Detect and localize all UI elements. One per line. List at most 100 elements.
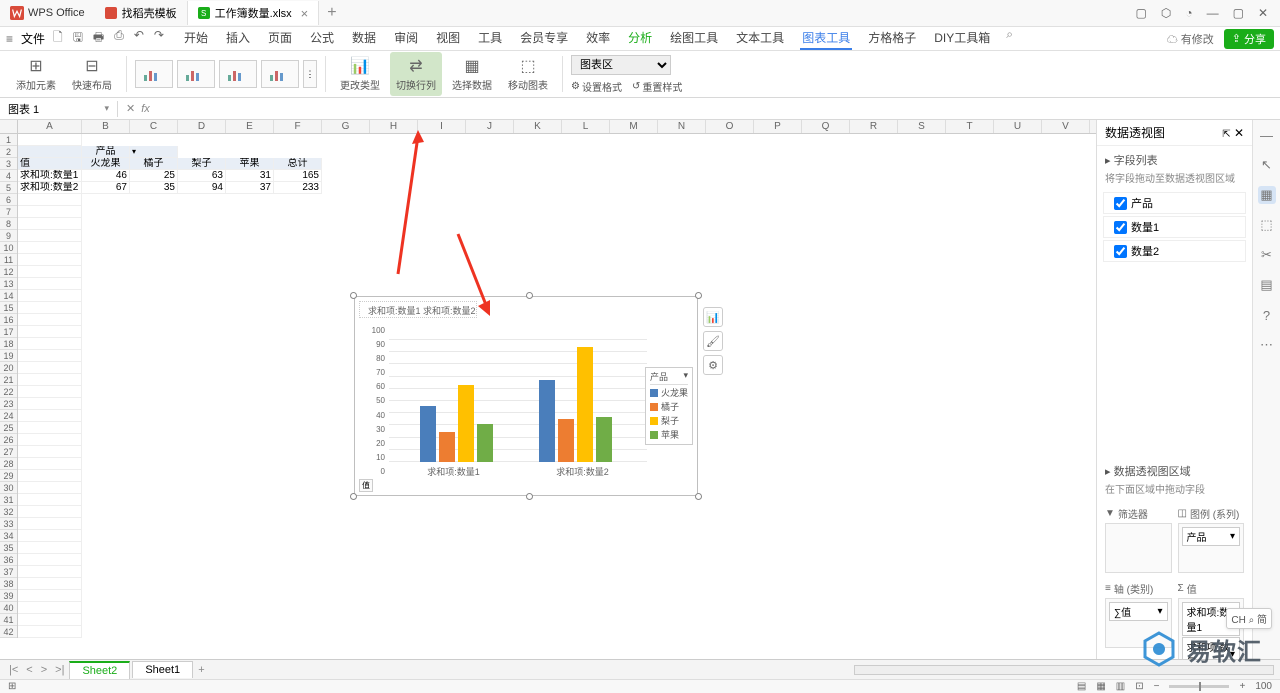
vt-pivot-icon[interactable]: ▦: [1258, 186, 1276, 204]
ribbon-add-element[interactable]: ⊞ 添加元素: [10, 56, 62, 92]
vt-more-icon[interactable]: ⋯: [1258, 336, 1276, 354]
menu-tab-text[interactable]: 文本工具: [734, 27, 786, 50]
bar[interactable]: [439, 432, 455, 463]
view-break-icon[interactable]: ▥: [1116, 681, 1125, 692]
sheet-area[interactable]: A B C D E F G H I J K L M N O P Q R S T …: [0, 120, 1096, 679]
menu-tab-member[interactable]: 会员专享: [518, 27, 570, 50]
vt-format-icon[interactable]: ⬚: [1258, 216, 1276, 234]
menu-tab-draw[interactable]: 绘图工具: [668, 27, 720, 50]
maximize-icon[interactable]: ▢: [1233, 6, 1244, 20]
col-header[interactable]: E: [226, 120, 274, 133]
search-icon[interactable]: ⌕: [1006, 27, 1013, 50]
row-header[interactable]: 31: [0, 494, 17, 506]
col-header[interactable]: C: [130, 120, 178, 133]
legend-dropzone[interactable]: 产品▾: [1178, 523, 1245, 573]
ribbon-quick-layout[interactable]: ⊟ 快速布局: [66, 56, 118, 92]
zoom-slider[interactable]: [1169, 685, 1229, 688]
row-header[interactable]: 26: [0, 434, 17, 446]
style-thumb-1[interactable]: [135, 60, 173, 88]
col-header[interactable]: H: [370, 120, 418, 133]
sheet-add-icon[interactable]: +: [195, 664, 207, 676]
status-icon[interactable]: ⊞: [8, 681, 16, 692]
vt-select-icon[interactable]: ↖: [1258, 156, 1276, 174]
ime-badge[interactable]: CH ⌕ 简: [1226, 608, 1272, 629]
col-header[interactable]: R: [850, 120, 898, 133]
col-header[interactable]: A: [18, 120, 82, 133]
save-icon[interactable]: 🖫: [73, 28, 83, 49]
row-header[interactable]: 22: [0, 386, 17, 398]
ribbon-change-type[interactable]: 📊 更改类型: [334, 56, 386, 92]
cube-icon[interactable]: ⬡: [1161, 6, 1171, 20]
view-page-icon[interactable]: ▦: [1096, 681, 1105, 692]
style-thumb-3[interactable]: [219, 60, 257, 88]
col-header[interactable]: D: [178, 120, 226, 133]
col-header[interactable]: N: [658, 120, 706, 133]
legend-chip[interactable]: 产品▾: [1182, 527, 1241, 546]
menu-tab-chart[interactable]: 图表工具: [800, 27, 852, 50]
row-header[interactable]: 14: [0, 290, 17, 302]
row-header[interactable]: 35: [0, 542, 17, 554]
chart-style-icon[interactable]: 🖌: [703, 331, 723, 351]
row-header[interactable]: 30: [0, 482, 17, 494]
select-all-corner[interactable]: [0, 120, 18, 133]
row-header[interactable]: 19: [0, 350, 17, 362]
ribbon-select-data[interactable]: ▦ 选择数据: [446, 56, 498, 92]
field-item[interactable]: 数量1: [1103, 216, 1246, 238]
row-header[interactable]: 41: [0, 614, 17, 626]
tab-add-icon[interactable]: +: [319, 4, 344, 22]
file-menu[interactable]: 文件: [21, 30, 45, 47]
ribbon-set-format[interactable]: ⚙ 设置格式: [571, 79, 622, 94]
row-header[interactable]: 36: [0, 554, 17, 566]
menu-tab-page[interactable]: 页面: [266, 27, 294, 50]
row-header[interactable]: 25: [0, 422, 17, 434]
style-thumb-2[interactable]: [177, 60, 215, 88]
chart-object[interactable]: 求和项:数量1 求和项:数量2 1009080706050403020100 求…: [354, 296, 698, 496]
view-normal-icon[interactable]: ▤: [1077, 681, 1086, 692]
menu-tab-fanggezi[interactable]: 方格格子: [866, 27, 918, 50]
menu-tab-diy[interactable]: DIY工具箱: [932, 27, 992, 50]
row-header[interactable]: 29: [0, 470, 17, 482]
bar[interactable]: [458, 385, 474, 462]
share-button[interactable]: ⇪ 分享: [1224, 29, 1274, 49]
filter-dropzone[interactable]: [1105, 523, 1172, 573]
col-header[interactable]: I: [418, 120, 466, 133]
row-header[interactable]: 42: [0, 626, 17, 638]
row-header[interactable]: 17: [0, 326, 17, 338]
row-header[interactable]: 28: [0, 458, 17, 470]
sheet-tab[interactable]: Sheet1: [132, 661, 193, 678]
ribbon-move-chart[interactable]: ⬚ 移动图表: [502, 56, 554, 92]
col-header[interactable]: Q: [802, 120, 850, 133]
col-header[interactable]: V: [1042, 120, 1090, 133]
row-header[interactable]: 20: [0, 362, 17, 374]
minimize-icon[interactable]: —: [1207, 6, 1219, 20]
row-header[interactable]: 15: [0, 302, 17, 314]
zoom-value[interactable]: 100: [1255, 681, 1272, 692]
row-header[interactable]: 10: [0, 242, 17, 254]
sheet-nav-prev[interactable]: <: [23, 664, 35, 676]
tile-icon[interactable]: ▢: [1136, 6, 1147, 20]
chart-legend-top[interactable]: 求和项:数量1 求和项:数量2: [359, 301, 477, 318]
vt-sheet-icon[interactable]: ▤: [1258, 276, 1276, 294]
menu-icon[interactable]: ≡: [6, 32, 13, 46]
bar[interactable]: [577, 347, 593, 462]
bar[interactable]: [558, 419, 574, 462]
menu-tab-review[interactable]: 审阅: [392, 27, 420, 50]
row-header[interactable]: 11: [0, 254, 17, 266]
menu-tab-formula[interactable]: 公式: [308, 27, 336, 50]
col-header[interactable]: U: [994, 120, 1042, 133]
row-header[interactable]: 24: [0, 410, 17, 422]
col-header[interactable]: J: [466, 120, 514, 133]
print-icon[interactable]: 🖶: [93, 28, 104, 49]
row-header[interactable]: 34: [0, 530, 17, 542]
row-header[interactable]: 8: [0, 218, 17, 230]
zoom-out-icon[interactable]: −: [1154, 681, 1160, 692]
bar[interactable]: [420, 406, 436, 462]
row-header[interactable]: 16: [0, 314, 17, 326]
bar[interactable]: [596, 417, 612, 462]
menu-tab-data[interactable]: 数据: [350, 27, 378, 50]
row-header[interactable]: 6: [0, 194, 17, 206]
menu-tab-analyze[interactable]: 分析: [626, 27, 654, 50]
col-header[interactable]: F: [274, 120, 322, 133]
close-icon[interactable]: ✕: [1258, 6, 1268, 20]
row-header[interactable]: 18: [0, 338, 17, 350]
